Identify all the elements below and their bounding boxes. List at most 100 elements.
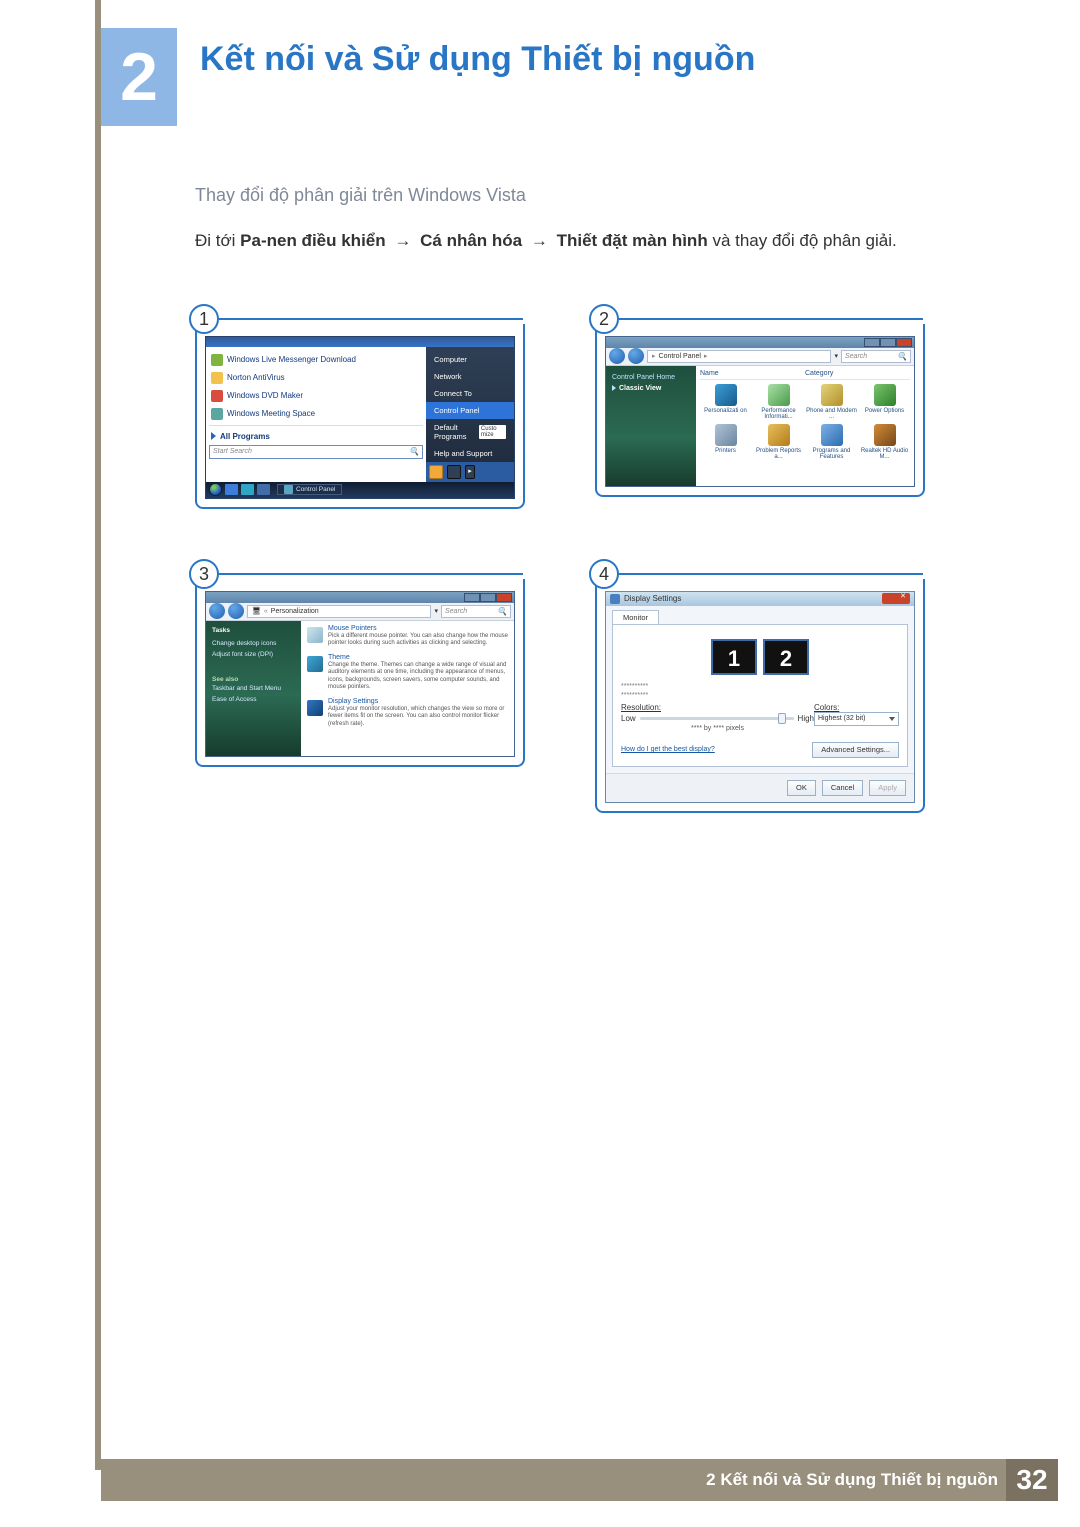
startmenu-network[interactable]: Network bbox=[426, 368, 514, 385]
cp-item-power-options[interactable]: Power Options bbox=[859, 384, 910, 420]
search-input[interactable]: Search🔍 bbox=[441, 605, 511, 618]
cp-item-printers[interactable]: Printers bbox=[700, 424, 751, 460]
back-icon[interactable] bbox=[609, 348, 625, 364]
step-badge-line bbox=[618, 318, 923, 320]
startmenu-computer[interactable]: Computer bbox=[426, 351, 514, 368]
masked-text: ********** bbox=[621, 683, 899, 690]
cp-item-programs-features[interactable]: Programs and Features bbox=[806, 424, 857, 460]
close-icon[interactable] bbox=[882, 593, 910, 604]
lock-icon[interactable] bbox=[447, 465, 461, 479]
cp-item-personalization[interactable]: Personalizati on bbox=[700, 384, 751, 420]
display-settings-dialog: Display Settings Monitor 1 2 ********** … bbox=[605, 591, 915, 803]
forward-icon[interactable] bbox=[228, 603, 244, 619]
minimize-icon[interactable] bbox=[464, 593, 480, 602]
startmenu-connect-to[interactable]: Connect To bbox=[426, 385, 514, 402]
slider-thumb-icon[interactable] bbox=[778, 713, 786, 724]
arrow-icon: → bbox=[394, 231, 411, 250]
taskbar: Control Panel bbox=[206, 482, 514, 498]
monitor-2[interactable]: 2 bbox=[763, 639, 809, 675]
help-link[interactable]: How do I get the best display? bbox=[621, 746, 715, 753]
taskbar-control-panel[interactable]: Control Panel bbox=[277, 484, 342, 495]
control-panel-window: ▸Control Panel▸ ▾ Search🔍 Control Panel … bbox=[605, 336, 915, 487]
taskbar-icon[interactable] bbox=[257, 484, 270, 495]
startmenu-control-panel[interactable]: Control Panel bbox=[426, 402, 514, 419]
instruction-text: Đi tới Pa-nen điều khiển → Cá nhân hóa →… bbox=[195, 228, 955, 254]
phone-icon bbox=[821, 384, 843, 406]
shutdown-options-icon[interactable]: ▸ bbox=[465, 465, 475, 479]
meeting-space-icon bbox=[211, 408, 223, 420]
startmenu-item[interactable]: Windows Live Messenger Download bbox=[209, 351, 423, 369]
resolution-slider[interactable] bbox=[640, 717, 794, 720]
maximize-icon[interactable] bbox=[480, 593, 496, 602]
section-display-settings[interactable]: Display SettingsAdjust your monitor reso… bbox=[307, 698, 508, 729]
path-display-settings: Thiết đặt màn hình bbox=[557, 231, 708, 250]
section-mouse-pointers[interactable]: Mouse PointersPick a different mouse poi… bbox=[307, 625, 508, 648]
back-icon[interactable] bbox=[209, 603, 225, 619]
customize-button[interactable]: Custo mize bbox=[479, 425, 506, 439]
cp-item-performance[interactable]: Performance Informati... bbox=[753, 384, 804, 420]
page-footer: 2 Kết nối và Sử dụng Thiết bị nguồn 32 bbox=[101, 1459, 1058, 1501]
slider-low: Low bbox=[621, 714, 636, 723]
section-theme[interactable]: ThemeChange the theme. Themes can change… bbox=[307, 654, 508, 692]
breadcrumb[interactable]: ▸Control Panel▸ bbox=[647, 350, 831, 363]
search-icon: 🔍 bbox=[409, 447, 419, 456]
startmenu-help[interactable]: Help and Support bbox=[426, 445, 514, 462]
messenger-icon bbox=[211, 354, 223, 366]
step-3: 3 bbox=[195, 579, 525, 813]
startmenu-item[interactable]: Norton AntiVirus bbox=[209, 369, 423, 387]
cp-item-realtek-audio[interactable]: Realtek HD Audio M... bbox=[859, 424, 910, 460]
resolution-label: Resolution: bbox=[621, 703, 814, 712]
maximize-icon[interactable] bbox=[880, 338, 896, 347]
startmenu-item[interactable]: Windows Meeting Space bbox=[209, 405, 423, 423]
monitor-1[interactable]: 1 bbox=[711, 639, 757, 675]
sidebar-adjust-font[interactable]: Adjust font size (DPI) bbox=[212, 649, 295, 660]
resolution-value: **** by **** pixels bbox=[621, 725, 814, 732]
power-options-icon bbox=[874, 384, 896, 406]
forward-icon[interactable] bbox=[628, 348, 644, 364]
tab-monitor[interactable]: Monitor bbox=[612, 610, 659, 624]
cp-item-problem-reports[interactable]: Problem Reports a... bbox=[753, 424, 804, 460]
cancel-button[interactable]: Cancel bbox=[822, 780, 863, 796]
step-badge-line bbox=[218, 573, 523, 575]
search-placeholder: Start Search bbox=[213, 448, 252, 455]
page-number: 32 bbox=[1006, 1459, 1058, 1501]
step-badge: 1 bbox=[189, 304, 219, 334]
step-badge: 3 bbox=[189, 559, 219, 589]
arrow-icon: → bbox=[531, 231, 548, 250]
taskbar-icon[interactable] bbox=[241, 484, 254, 495]
sidebar-classic-view[interactable]: Classic View bbox=[612, 383, 690, 394]
personalization-sidebar: Tasks Change desktop icons Adjust font s… bbox=[206, 621, 301, 756]
left-accent-stripe bbox=[95, 0, 101, 1470]
instruction-suffix: và thay đổi độ phân giải. bbox=[712, 231, 896, 250]
startmenu-default-programs[interactable]: Default ProgramsCusto mize bbox=[426, 419, 514, 445]
taskbar-icon[interactable] bbox=[225, 484, 238, 495]
advanced-settings-button[interactable]: Advanced Settings... bbox=[812, 742, 899, 758]
close-icon[interactable] bbox=[896, 338, 912, 347]
column-category[interactable]: Category bbox=[805, 370, 910, 377]
dvd-maker-icon bbox=[211, 390, 223, 402]
footer-chapter-label: 2 Kết nối và Sử dụng Thiết bị nguồn bbox=[706, 1470, 998, 1490]
sidebar-ease-of-access[interactable]: Ease of Access bbox=[212, 694, 295, 705]
search-input[interactable]: Search🔍 bbox=[841, 350, 911, 363]
start-search-input[interactable]: Start Search 🔍 bbox=[209, 445, 423, 459]
personalization-icon bbox=[715, 384, 737, 406]
sidebar-taskbar-link[interactable]: Taskbar and Start Menu bbox=[212, 683, 295, 694]
cp-item-phone-modem[interactable]: Phone and Modem ... bbox=[806, 384, 857, 420]
apply-button[interactable]: Apply bbox=[869, 780, 906, 796]
power-icon[interactable] bbox=[429, 465, 443, 479]
sidebar-home-link[interactable]: Control Panel Home bbox=[612, 372, 690, 383]
minimize-icon[interactable] bbox=[864, 338, 880, 347]
all-programs-button[interactable]: All Programs bbox=[209, 428, 423, 445]
colors-combo[interactable]: Highest (32 bit) bbox=[814, 712, 899, 726]
column-name[interactable]: Name bbox=[700, 370, 805, 377]
start-orb-icon[interactable] bbox=[209, 483, 222, 496]
triangle-icon bbox=[211, 432, 216, 440]
close-icon[interactable] bbox=[496, 593, 512, 602]
ok-button[interactable]: OK bbox=[787, 780, 816, 796]
audio-icon bbox=[874, 424, 896, 446]
breadcrumb[interactable]: 🖥«Personalization bbox=[247, 605, 431, 618]
startmenu-item[interactable]: Windows DVD Maker bbox=[209, 387, 423, 405]
sidebar-change-icons[interactable]: Change desktop icons bbox=[212, 638, 295, 649]
chapter-number: 2 bbox=[101, 28, 177, 126]
sidebar-tasks-header: Tasks bbox=[212, 627, 295, 634]
